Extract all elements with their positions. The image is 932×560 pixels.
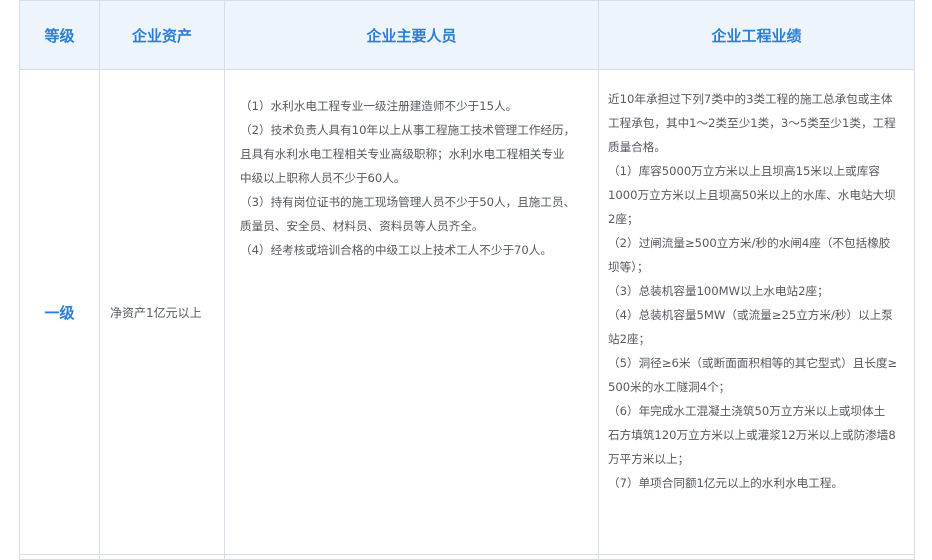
staff-line: 且具有水利水电工程相关专业高级职称；水利水电工程相关专业 bbox=[240, 147, 565, 161]
staff-line: （3）持有岗位证书的施工现场管理人员不少于50人，且施工员、 bbox=[240, 195, 576, 209]
header-performance: 企业工程业绩 bbox=[598, 0, 915, 70]
table-row-partial bbox=[19, 554, 915, 560]
staff-line: （1）水利水电工程专业一级注册建造师不少于15人。 bbox=[240, 99, 518, 113]
performance-line: 石方填筑120万立方米以上或灌浆12万米以上或防渗墙8 bbox=[608, 428, 896, 442]
staff-line: 中级以上职称人员不少于60人。 bbox=[240, 171, 406, 185]
header-staff: 企业主要人员 bbox=[224, 0, 599, 70]
performance-line: 万平方米以上； bbox=[608, 452, 690, 466]
empty-cell bbox=[19, 554, 100, 560]
performance-line: （7）单项合同额1亿元以上的水利水电工程。 bbox=[608, 476, 844, 490]
performance-line: 工程承包，其中1～2类至少1类，3～5类至少1类，工程 bbox=[608, 116, 896, 130]
performance-line: 1000万立方米以上且坝高50米以上的水库、水电站大坝 bbox=[608, 188, 896, 202]
empty-cell bbox=[224, 554, 599, 560]
header-assets: 企业资产 bbox=[99, 0, 225, 70]
assets-cell: 净资产1亿元以上 bbox=[99, 69, 225, 555]
qualification-table: 等级 企业资产 企业主要人员 企业工程业绩 一级 净资产1亿元以上 （1）水利水… bbox=[19, 0, 915, 560]
empty-cell bbox=[99, 554, 225, 560]
grade-cell: 一级 bbox=[19, 69, 100, 555]
table-row: 一级 净资产1亿元以上 （1）水利水电工程专业一级注册建造师不少于15人。 （2… bbox=[19, 69, 915, 555]
performance-line: （3）总装机容量100MW以上水电站2座； bbox=[608, 284, 829, 298]
staff-line: 质量员、安全员、材料员、资料员等人员齐全。 bbox=[240, 219, 484, 233]
staff-line: （2）技术负责人具有10年以上从事工程施工技术管理工作经历， bbox=[240, 123, 576, 137]
performance-line: （2）过闸流量≥500立方米/秒的水闸4座（不包括橡胶 bbox=[608, 236, 891, 250]
empty-cell bbox=[598, 554, 915, 560]
performance-line: 2座； bbox=[608, 212, 639, 226]
staff-line: （4）经考核或培训合格的中级工以上技术工人不少于70人。 bbox=[240, 243, 552, 257]
performance-line: 站2座； bbox=[608, 332, 651, 346]
staff-cell: （1）水利水电工程专业一级注册建造师不少于15人。 （2）技术负责人具有10年以… bbox=[224, 69, 599, 555]
performance-line: （5）洞径≥6米（或断面面积相等的其它型式）且长度≥ bbox=[608, 356, 898, 370]
performance-line: 近10年承担过下列7类中的3类工程的施工总承包或主体 bbox=[608, 92, 893, 106]
performance-line: 坝等）； bbox=[608, 260, 649, 274]
performance-line: （4）总装机容量5MW（或流量≥25立方米/秒）以上泵 bbox=[608, 308, 893, 322]
performance-line: 质量合格。 bbox=[608, 140, 666, 154]
table-header-row: 等级 企业资产 企业主要人员 企业工程业绩 bbox=[19, 0, 915, 70]
header-grade: 等级 bbox=[19, 0, 100, 70]
performance-line: 500米的水工隧洞4个； bbox=[608, 380, 731, 394]
performance-line: （1）库容5000万立方米以上且坝高15米以上或库容 bbox=[608, 164, 880, 178]
performance-line: （6）年完成水工混凝土浇筑50万立方米以上或坝体土 bbox=[608, 404, 886, 418]
performance-cell: 近10年承担过下列7类中的3类工程的施工总承包或主体 工程承包，其中1～2类至少… bbox=[598, 69, 915, 555]
